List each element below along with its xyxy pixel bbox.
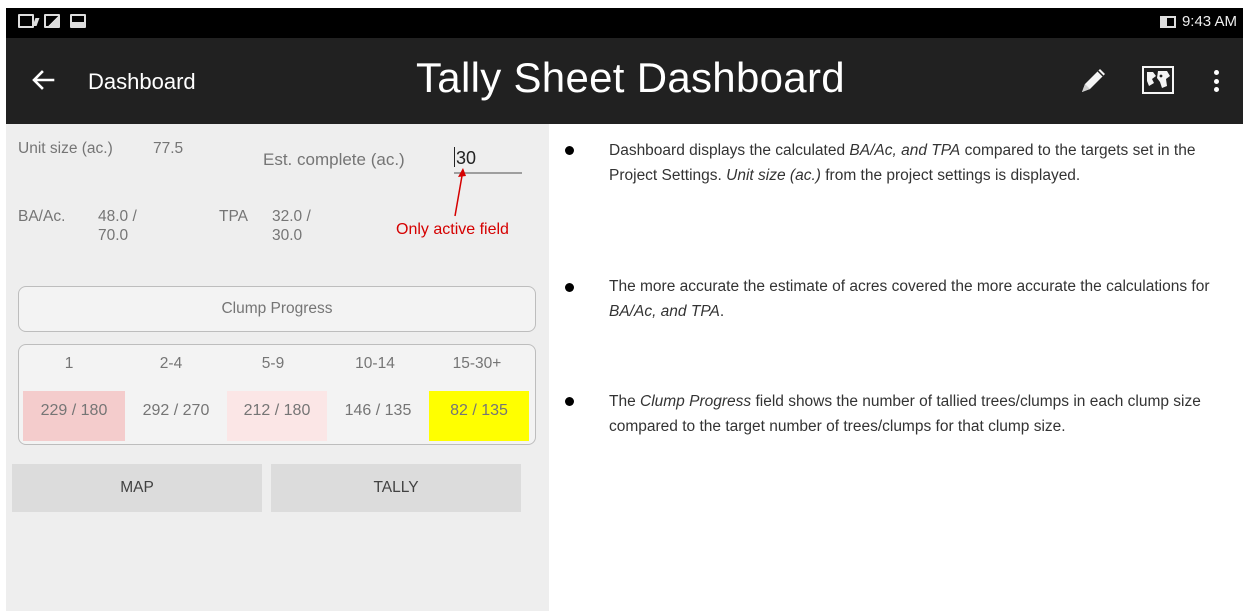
pencil-icon[interactable]	[1076, 64, 1110, 98]
bullet-icon	[565, 146, 574, 155]
clump-header: 15-30+	[452, 355, 502, 372]
note-1: Dashboard displays the calculated BA/Ac,…	[609, 142, 1196, 184]
clump-cell: 146 / 135	[327, 391, 429, 441]
map-button[interactable]: MAP	[12, 464, 262, 512]
more-vert-icon[interactable]	[1209, 66, 1223, 96]
page-title: Tally Sheet Dashboard	[416, 54, 845, 101]
note-2: The more accurate the estimate of acres …	[609, 278, 1210, 320]
clump-header: 5-9	[261, 355, 285, 372]
clump-header: 1	[64, 355, 74, 372]
unit-size-value: 77.5	[153, 140, 184, 157]
tpa-value-line2: 30.0	[272, 227, 303, 244]
nav-title: Dashboard	[88, 69, 196, 94]
status-icons	[18, 14, 86, 28]
ba-value-line2: 70.0	[98, 227, 129, 244]
bullet-icon	[565, 397, 574, 406]
clump-progress-field[interactable]: Clump Progress	[18, 286, 536, 332]
unit-size-label: Unit size (ac.)	[18, 140, 113, 157]
image-icon	[44, 14, 60, 28]
status-bar: 9:43 AM	[6, 8, 1243, 38]
clump-header: 2-4	[159, 355, 183, 372]
bullet-icon	[565, 283, 574, 292]
annotation-arrow	[454, 168, 466, 217]
status-right: 9:43 AM	[1159, 13, 1237, 30]
annotation-text: Only active field	[396, 221, 509, 238]
est-complete-label: Est. complete (ac.)	[263, 150, 405, 169]
tpa-value-line1: 32.0 /	[272, 208, 311, 225]
battery-icon	[1159, 15, 1176, 28]
dashboard-panel: Unit size (ac.) 77.5 Est. complete (ac.)…	[6, 124, 549, 611]
app-bar: Dashboard Tally Sheet Dashboard	[6, 38, 1243, 124]
clump-progress-table: 1 2-4 5-9 10-14 15-30+ 229 / 180 292 / 2…	[18, 344, 536, 445]
note-3: The Clump Progress field shows the numbe…	[609, 393, 1201, 435]
clump-cell: 292 / 270	[125, 391, 227, 441]
ba-value-line1: 48.0 /	[98, 208, 137, 225]
inbox-icon	[70, 14, 86, 28]
notes-panel: Dashboard displays the calculated BA/Ac,…	[549, 124, 1243, 611]
notes-icon	[18, 14, 34, 28]
clump-cell: 229 / 180	[23, 391, 125, 441]
tally-button[interactable]: TALLY	[271, 464, 521, 512]
tpa-label: TPA	[219, 208, 248, 225]
clump-cell: 212 / 180	[227, 391, 327, 441]
ba-label: BA/Ac.	[18, 208, 66, 225]
status-time: 9:43 AM	[1181, 13, 1237, 30]
clump-cell: 82 / 135	[429, 391, 529, 441]
map-icon[interactable]	[1140, 64, 1176, 96]
back-arrow-icon[interactable]	[28, 65, 58, 95]
clump-header: 10-14	[355, 355, 395, 372]
